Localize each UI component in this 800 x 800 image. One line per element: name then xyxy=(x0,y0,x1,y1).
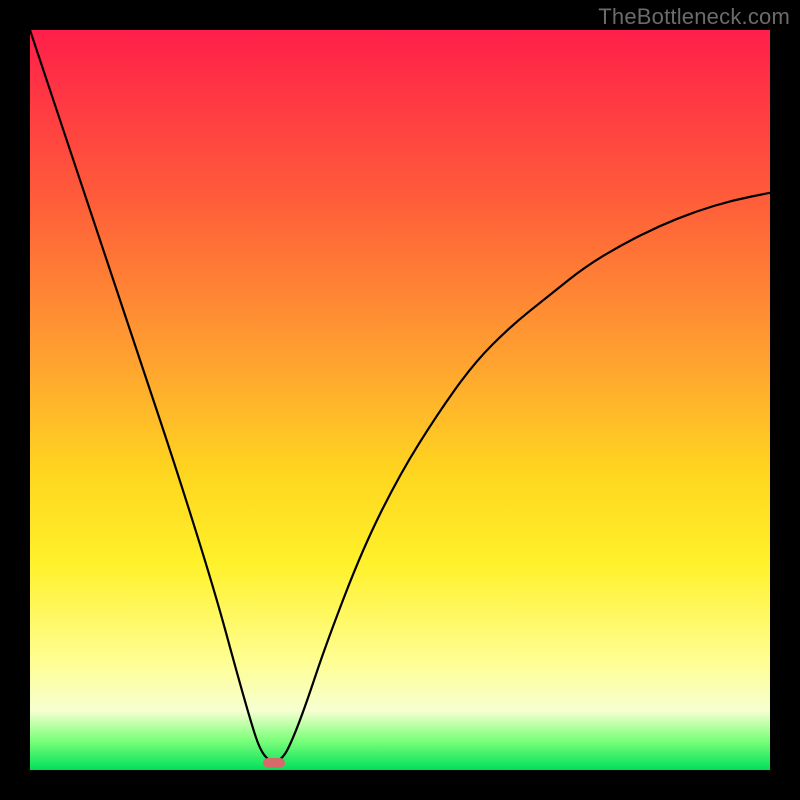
chart-frame: TheBottleneck.com xyxy=(0,0,800,800)
plot-area xyxy=(30,30,770,770)
bottleneck-curve-path xyxy=(30,30,770,762)
curve-svg xyxy=(30,30,770,770)
watermark-text: TheBottleneck.com xyxy=(598,4,790,30)
minimum-marker xyxy=(263,758,285,768)
